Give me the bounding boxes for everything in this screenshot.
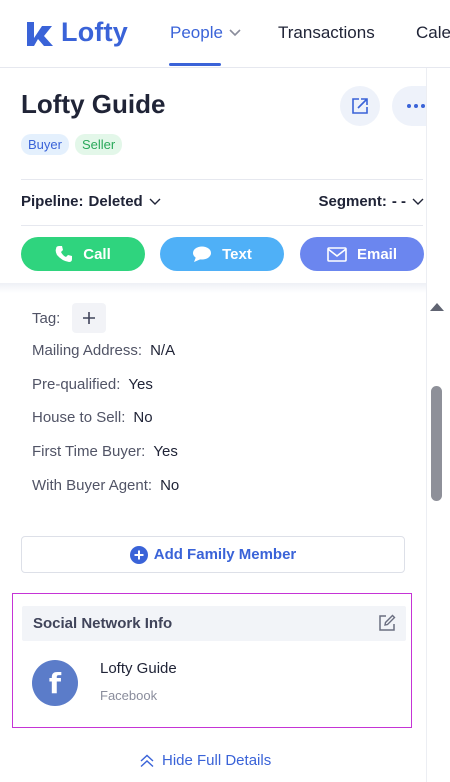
field-label: First Time Buyer: xyxy=(32,443,146,460)
phone-icon xyxy=(55,246,73,262)
seller-badge: Seller xyxy=(74,134,123,155)
field-value: N/A xyxy=(150,342,176,359)
add-tag-button[interactable] xyxy=(72,303,107,333)
double-chevron-up-icon xyxy=(140,754,154,767)
scroll-up-arrow-icon[interactable] xyxy=(430,303,444,311)
hide-full-details-link[interactable]: Hide Full Details xyxy=(140,752,271,769)
field-label: With Buyer Agent: xyxy=(32,477,153,494)
logo[interactable]: Lofty xyxy=(25,17,128,48)
contact-detail-page: Lofty People Transactions Cale Lofty Gui… xyxy=(0,0,450,782)
envelope-icon xyxy=(327,246,347,262)
social-account-name[interactable]: Lofty Guide xyxy=(100,660,177,677)
detail-row-pre-qualified: Pre-qualified: Yes xyxy=(32,376,153,393)
detail-row-mailing-address: Mailing Address: N/A xyxy=(32,342,175,359)
plus-icon xyxy=(83,312,96,324)
field-label: House to Sell: xyxy=(32,409,126,426)
text-button[interactable]: Text xyxy=(160,237,284,271)
lofty-logo-icon xyxy=(27,21,53,46)
add-family-member-button[interactable]: Add Family Member xyxy=(21,536,405,573)
segment-value: - - xyxy=(391,193,406,210)
buyer-badge: Buyer xyxy=(21,134,69,155)
email-button[interactable]: Email xyxy=(300,237,424,271)
field-value: Yes xyxy=(153,443,178,460)
field-label: Mailing Address: xyxy=(32,342,143,359)
social-network-section: Social Network Info f Lofty Guide Facebo… xyxy=(12,593,412,728)
detail-row-house-to-sell: House to Sell: No xyxy=(32,409,153,426)
social-network-name: Facebook xyxy=(100,688,158,703)
chevron-down-icon xyxy=(149,198,161,205)
chat-bubble-icon xyxy=(193,246,212,262)
divider xyxy=(21,179,423,180)
role-badges: Buyer Seller xyxy=(21,134,123,155)
facebook-icon[interactable]: f xyxy=(32,660,78,706)
email-label: Email xyxy=(356,245,398,263)
tag-row: Tag: xyxy=(32,303,107,333)
call-label: Call xyxy=(83,245,111,263)
social-network-title: Social Network Info xyxy=(33,615,173,632)
call-button[interactable]: Call xyxy=(21,237,145,271)
detail-row-first-time-buyer: First Time Buyer: Yes xyxy=(32,443,178,460)
details-top-shadow xyxy=(0,283,426,293)
field-value: No xyxy=(133,409,153,426)
nav-active-indicator xyxy=(169,63,221,66)
share-icon xyxy=(352,98,368,114)
segment-dropdown[interactable]: Segment: - - xyxy=(318,193,424,210)
nav-transactions[interactable]: Transactions xyxy=(278,23,375,43)
edit-social-button[interactable] xyxy=(378,614,396,637)
contact-name: Lofty Guide xyxy=(21,89,166,119)
add-family-label: Add Family Member xyxy=(153,546,297,563)
nav-calendar[interactable]: Cale xyxy=(416,23,450,43)
top-nav: Lofty People Transactions Cale xyxy=(0,0,450,68)
text-label: Text xyxy=(222,245,252,263)
hide-details-label: Hide Full Details xyxy=(162,752,272,769)
logo-text: Lofty xyxy=(61,17,128,47)
nav-people[interactable]: People xyxy=(170,23,241,43)
chevron-down-icon xyxy=(412,198,424,205)
detail-row-with-buyer-agent: With Buyer Agent: No xyxy=(32,477,179,494)
field-value: Yes xyxy=(128,376,153,393)
scrollbar-thumb[interactable] xyxy=(431,386,442,501)
segment-label: Segment: xyxy=(318,193,387,210)
pipeline-dropdown[interactable]: Pipeline: Deleted xyxy=(21,193,161,210)
field-label: Pre-qualified: xyxy=(32,376,121,393)
pipeline-label: Pipeline: xyxy=(21,193,84,210)
nav-people-label: People xyxy=(170,23,223,42)
tag-label: Tag: xyxy=(32,309,61,327)
plus-circle-icon xyxy=(129,545,148,564)
more-dots-icon xyxy=(407,104,425,108)
pipeline-value: Deleted xyxy=(88,193,143,210)
field-value: No xyxy=(160,477,180,494)
chevron-down-icon xyxy=(229,29,241,37)
social-network-header: Social Network Info xyxy=(22,606,406,641)
edit-icon xyxy=(379,614,396,631)
divider xyxy=(21,225,423,226)
share-button[interactable] xyxy=(340,86,380,126)
